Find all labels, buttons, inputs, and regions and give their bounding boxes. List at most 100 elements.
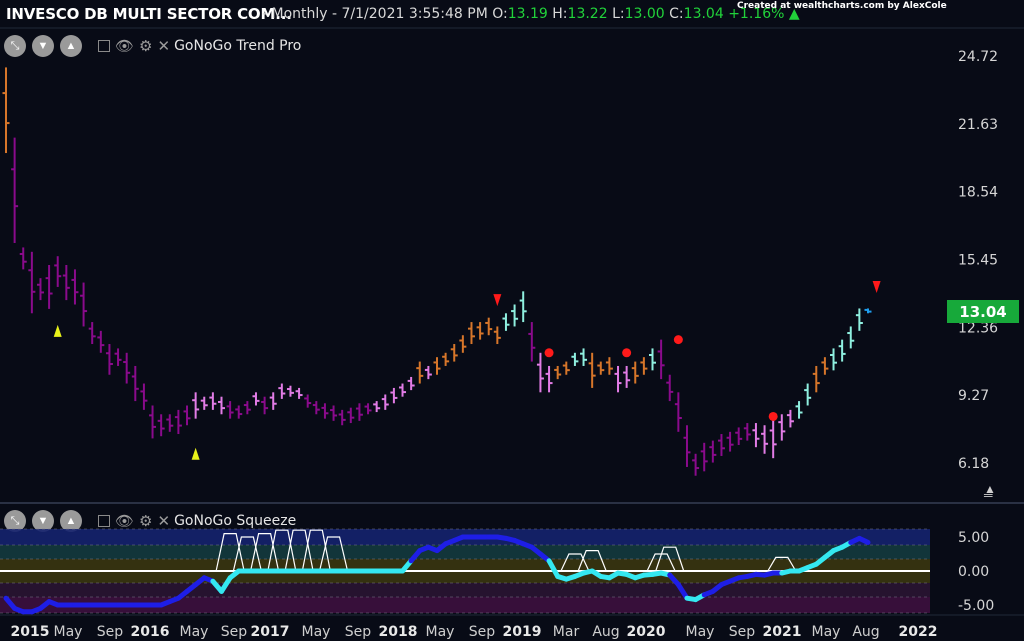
price-bar (674, 392, 682, 432)
x-tick-label: Sep (345, 624, 372, 640)
x-tick-label: Aug (852, 624, 879, 640)
price-bar (804, 383, 812, 406)
price-bar (683, 425, 691, 467)
countertrend-dot-icon (622, 348, 632, 358)
price-bar (252, 392, 260, 406)
price-bar (131, 365, 139, 402)
price-bar (588, 352, 596, 388)
price-bar (847, 326, 855, 349)
price-bar (226, 401, 234, 419)
price-bar (743, 423, 751, 441)
price-bar (424, 365, 432, 380)
price-bar (390, 387, 398, 404)
x-tick-label: 2019 (503, 624, 542, 640)
y-tick-label: 15.45 (958, 253, 998, 269)
x-tick-label: 2022 (899, 624, 938, 640)
price-bar (605, 357, 613, 375)
price-bar (243, 401, 251, 415)
price-bar (416, 361, 424, 384)
price-bar (105, 344, 113, 375)
price-bar (312, 401, 320, 415)
y-tick-label: 9.27 (958, 388, 989, 404)
chart-svg: 24.7221.6318.5415.4512.369.276.185.000.0… (0, 27, 1024, 640)
price-bar (778, 414, 786, 441)
price-bar (502, 313, 510, 331)
price-bar (614, 365, 622, 393)
last-price-tag: 13.04 (947, 300, 1019, 323)
y-tick-label: 21.63 (958, 117, 998, 133)
price-bar (114, 348, 122, 366)
price-bar (338, 409, 346, 426)
price-bar (381, 394, 389, 410)
price-bar (657, 339, 665, 380)
price-bar (631, 361, 639, 384)
price-bar (433, 357, 441, 375)
price-bar (562, 361, 570, 375)
price-bar (295, 387, 303, 399)
price-bar (640, 357, 648, 375)
price-bar (493, 326, 501, 345)
price-bar (855, 308, 863, 331)
price-bar (373, 401, 381, 413)
x-tick-label: 2015 (11, 624, 50, 640)
price-bar (407, 376, 415, 391)
x-tick-label: 2021 (763, 624, 802, 640)
price-bar (459, 335, 467, 353)
price-bar (511, 304, 519, 327)
price-bar (528, 322, 536, 362)
price-bar (830, 348, 838, 371)
go-signal-icon (191, 447, 200, 460)
price-bar (149, 405, 157, 439)
price-bar (545, 365, 553, 393)
countertrend-dot-icon (673, 335, 683, 345)
price-bar (554, 365, 562, 380)
panel-resize-icon[interactable]: ▲ ═ (984, 483, 996, 501)
price-bar (571, 352, 579, 366)
squeeze-y-tick-label: -5.00 (958, 598, 994, 614)
y-tick-label: 6.18 (958, 456, 989, 472)
price-bar (864, 308, 872, 314)
price-bar (330, 405, 338, 421)
price-bar (321, 403, 329, 419)
price-bar (261, 396, 269, 415)
x-tick-label: 2020 (627, 624, 666, 640)
price-bar (123, 352, 131, 384)
price-bar (692, 453, 700, 476)
x-tick-label: May (812, 624, 841, 640)
price-bar (726, 431, 734, 452)
price-bar (54, 256, 62, 287)
x-tick-label: 2016 (131, 624, 170, 640)
price-bar (192, 392, 200, 419)
price-bar (80, 282, 88, 327)
countertrend-dot-icon (544, 348, 554, 358)
price-bar (536, 352, 544, 393)
price-bar (140, 383, 148, 410)
price-bar (209, 392, 217, 410)
price-bar (88, 322, 96, 345)
price-bar (769, 418, 777, 459)
price-bar (286, 385, 294, 397)
x-tick-label: May (180, 624, 209, 640)
price-bar (45, 264, 53, 309)
price-bar (97, 330, 105, 353)
price-bar (752, 423, 760, 448)
price-bar (174, 409, 182, 435)
price-bar (580, 348, 588, 366)
price-bar (786, 409, 794, 428)
price-bar (278, 383, 286, 399)
price-bar (709, 440, 717, 463)
x-tick-label: May (302, 624, 331, 640)
y-tick-label: 18.54 (958, 185, 998, 201)
price-bar (166, 414, 174, 432)
squeeze-band-upper (0, 545, 930, 559)
price-bar (623, 365, 631, 388)
nogo-signal-icon (493, 294, 502, 307)
price-bar (649, 348, 656, 371)
price-bar (364, 403, 372, 415)
price-bar (735, 427, 743, 445)
squeeze-y-tick-label: 0.00 (958, 564, 989, 580)
price-bar (62, 264, 70, 301)
x-tick-label: Sep (97, 624, 124, 640)
price-bar (218, 396, 225, 415)
x-tick-label: 2018 (379, 624, 418, 640)
